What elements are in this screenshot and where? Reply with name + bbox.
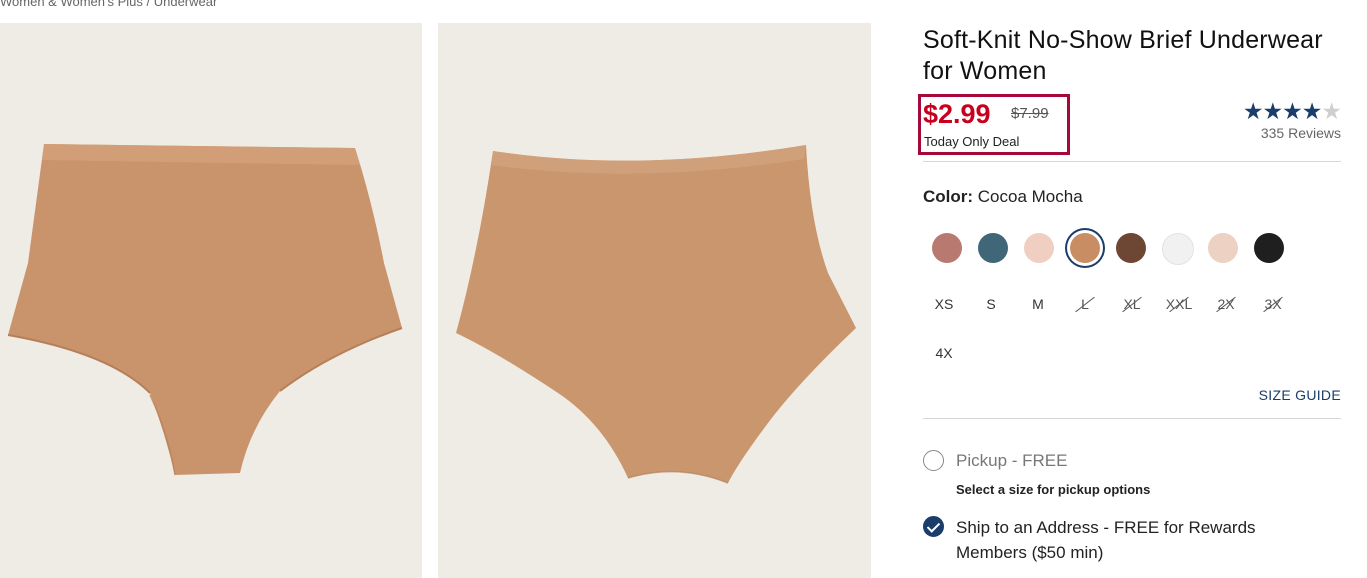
color-selection: Color: Cocoa Mocha bbox=[923, 187, 1083, 207]
pickup-label[interactable]: Pickup - FREE bbox=[956, 448, 1067, 473]
size-label: 4X bbox=[935, 345, 953, 361]
star-icon: ★ bbox=[1282, 98, 1303, 124]
divider bbox=[923, 418, 1341, 419]
pickup-radio[interactable] bbox=[923, 450, 944, 471]
ship-radio[interactable] bbox=[923, 516, 944, 537]
reviews-link[interactable]: 335 Reviews bbox=[1243, 125, 1341, 141]
pickup-note: Select a size for pickup options bbox=[956, 482, 1151, 497]
size-option[interactable]: XL bbox=[1112, 296, 1152, 313]
size-option[interactable]: M bbox=[1018, 296, 1058, 312]
star-icon: ★ bbox=[1242, 98, 1264, 124]
sale-price: $2.99 bbox=[923, 99, 991, 129]
deal-label: Today Only Deal bbox=[924, 134, 1020, 149]
price-highlight: $2.99 $7.99 Today Only Deal bbox=[918, 94, 1070, 155]
color-swatch[interactable] bbox=[978, 233, 1008, 263]
color-swatch[interactable] bbox=[1070, 233, 1100, 263]
product-image-front[interactable] bbox=[0, 23, 422, 578]
color-swatch[interactable] bbox=[1208, 233, 1238, 263]
product-details: Soft-Knit No-Show Brief Underwear for Wo… bbox=[918, 25, 1342, 562]
color-swatch[interactable] bbox=[1162, 233, 1194, 265]
divider bbox=[923, 161, 1341, 162]
size-option[interactable]: XXL bbox=[1159, 296, 1199, 313]
rating[interactable]: ★★★★★ 335 Reviews bbox=[1242, 98, 1342, 142]
breadcrumb[interactable]: Women & Women's Plus / Underwear bbox=[0, 0, 217, 9]
size-option[interactable]: 3X bbox=[1253, 296, 1293, 313]
color-label: Color: bbox=[923, 187, 974, 206]
star-rating: ★★★★★ bbox=[1242, 98, 1342, 124]
color-swatch[interactable] bbox=[932, 233, 962, 263]
product-image-back[interactable] bbox=[438, 23, 871, 578]
star-empty-icon: ★ bbox=[1321, 98, 1342, 124]
size-option[interactable]: S bbox=[971, 296, 1011, 312]
size-guide-link[interactable]: SIZE GUIDE bbox=[1259, 387, 1341, 403]
color-swatch[interactable] bbox=[1116, 233, 1146, 263]
star-icon: ★ bbox=[1262, 98, 1284, 124]
star-icon: ★ bbox=[1301, 98, 1323, 124]
size-label: XS bbox=[934, 296, 954, 312]
color-swatch[interactable] bbox=[1254, 233, 1284, 263]
color-swatch[interactable] bbox=[1024, 233, 1054, 263]
size-option[interactable]: L bbox=[1065, 296, 1105, 313]
product-title: Soft-Knit No-Show Brief Underwear for Wo… bbox=[923, 26, 1323, 85]
color-value: Cocoa Mocha bbox=[977, 187, 1083, 206]
ship-label[interactable]: Ship to an Address - FREE for Rewards Me… bbox=[956, 515, 1326, 565]
size-label: S bbox=[986, 296, 996, 312]
size-label: M bbox=[1032, 296, 1044, 312]
size-option[interactable]: 2X bbox=[1206, 296, 1246, 313]
original-price: $7.99 bbox=[1011, 105, 1049, 122]
size-option[interactable]: XS bbox=[924, 296, 964, 312]
size-option[interactable]: 4X bbox=[924, 345, 964, 361]
